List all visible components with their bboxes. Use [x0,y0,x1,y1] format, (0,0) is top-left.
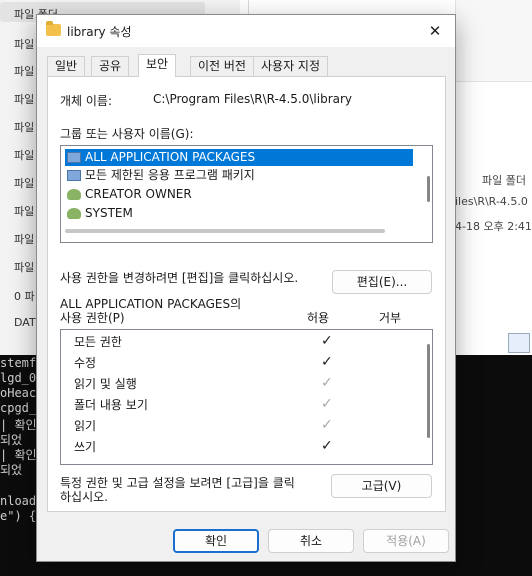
groups-list[interactable]: ALL APPLICATION PACKAGES 모든 제한된 응용 프로그램 … [60,145,433,243]
title-bar[interactable]: library 속성 ✕ [37,15,455,47]
explorer-row[interactable]: 파일 [14,119,34,135]
explorer-row[interactable]: 파일 [14,36,34,52]
group-name: CREATOR OWNER [85,187,192,201]
advanced-hint-line2: 하십시오. [60,490,108,504]
groups-label: 그룹 또는 사용자 이름(G): [60,127,194,141]
allow-check-icon: ✓ [321,354,333,370]
divider [248,0,249,14]
permission-row: 쓰기 [74,440,97,454]
explorer-row[interactable]: 파일 [14,91,34,107]
groups-hscrollbar[interactable] [65,229,385,233]
explorer-row[interactable]: 파일 [14,175,34,191]
tab-customize[interactable]: 사용자 지정 [253,56,329,76]
users-icon [67,189,81,200]
package-icon [67,152,81,163]
package-icon [67,170,81,181]
allow-check-icon: ✓ [321,396,333,412]
terminal-line: e") { [0,509,37,523]
allow-check-icon: ✓ [321,438,333,454]
terminal-line: 되었 [0,463,23,477]
cancel-button[interactable]: 취소 [268,529,354,553]
groups-scrollbar[interactable] [427,176,430,202]
deny-header: 거부 [379,311,402,325]
apply-button[interactable]: 적용(A) [363,529,449,553]
tab-general[interactable]: 일반 [47,56,86,76]
permission-row: 폴더 내용 보기 [74,398,148,412]
list-item[interactable]: CREATOR OWNER [65,186,413,203]
terminal-line: nload [0,494,37,508]
change-hint: 사용 권한을 변경하려면 [편집]을 클릭하십시오. [60,271,299,285]
dialog-title: library 속성 [67,25,132,39]
permission-row: 수정 [74,356,97,370]
list-item[interactable]: ALL APPLICATION PACKAGES [65,149,413,166]
close-icon[interactable]: ✕ [415,15,455,47]
group-name: ALL APPLICATION PACKAGES [85,150,256,164]
permission-row: 읽기 [74,419,97,433]
list-item[interactable]: 모든 제한된 응용 프로그램 패키지 [65,167,413,184]
terminal-line: oHeac [0,386,37,400]
permission-row: 읽기 및 실행 [74,377,137,391]
tab-security[interactable]: 보안 [138,54,177,77]
permissions-list[interactable]: 모든 권한 수정 읽기 및 실행 폴더 내용 보기 읽기 쓰기 ✓ ✓ ✓ ✓ … [60,329,433,465]
permissions-scrollbar[interactable] [427,344,430,438]
list-item[interactable]: SYSTEM [65,205,413,222]
detail-path: iles\R\R-4.5.0 [455,195,528,208]
tab-previous-versions[interactable]: 이전 버전 [190,56,254,76]
edit-button[interactable]: 편집(E)... [332,270,432,294]
advanced-button[interactable]: 고급(V) [331,474,432,498]
explorer-row[interactable]: 파일 [14,63,34,79]
object-name-label: 개체 이름: [60,94,113,108]
allow-check-icon: ✓ [321,333,333,349]
group-name: 모든 제한된 응용 프로그램 패키지 [85,168,255,182]
terminal-line: lgd_0 [0,371,37,385]
explorer-row[interactable]: 파일 [14,147,34,163]
explorer-row[interactable]: DAT [14,316,36,329]
permissions-label: 사용 권한(P) [60,311,125,325]
allow-header: 허용 [307,311,330,325]
view-toggle-icon[interactable] [508,333,530,353]
allow-check-icon: ✓ [321,417,333,433]
detail-type: 파일 폴더 [482,174,526,187]
permission-row: 모든 권한 [74,335,122,349]
explorer-row[interactable]: 파일 [14,231,34,247]
details-panel [455,0,532,82]
terminal-line: cpgd_ [0,401,37,415]
ok-button[interactable]: 확인 [173,529,259,553]
explorer-row[interactable]: 파일 [14,259,34,275]
security-page: 개체 이름: C:\Program Files\R\R-4.5.0\librar… [47,76,446,512]
detail-date: 4-18 오후 2:41 [455,220,532,233]
tab-sharing[interactable]: 공유 [91,56,130,76]
properties-dialog: library 속성 ✕ 일반 공유 보안 이전 버전 사용자 지정 개체 이름… [36,14,456,562]
users-icon [67,208,81,219]
group-name: SYSTEM [85,206,133,220]
explorer-row[interactable]: 0 파 [14,288,35,304]
explorer-row[interactable]: 파일 [14,203,34,219]
object-name-value: C:\Program Files\R\R-4.5.0\library [153,92,353,106]
folder-icon [46,21,61,36]
allow-check-icon: ✓ [321,375,333,391]
